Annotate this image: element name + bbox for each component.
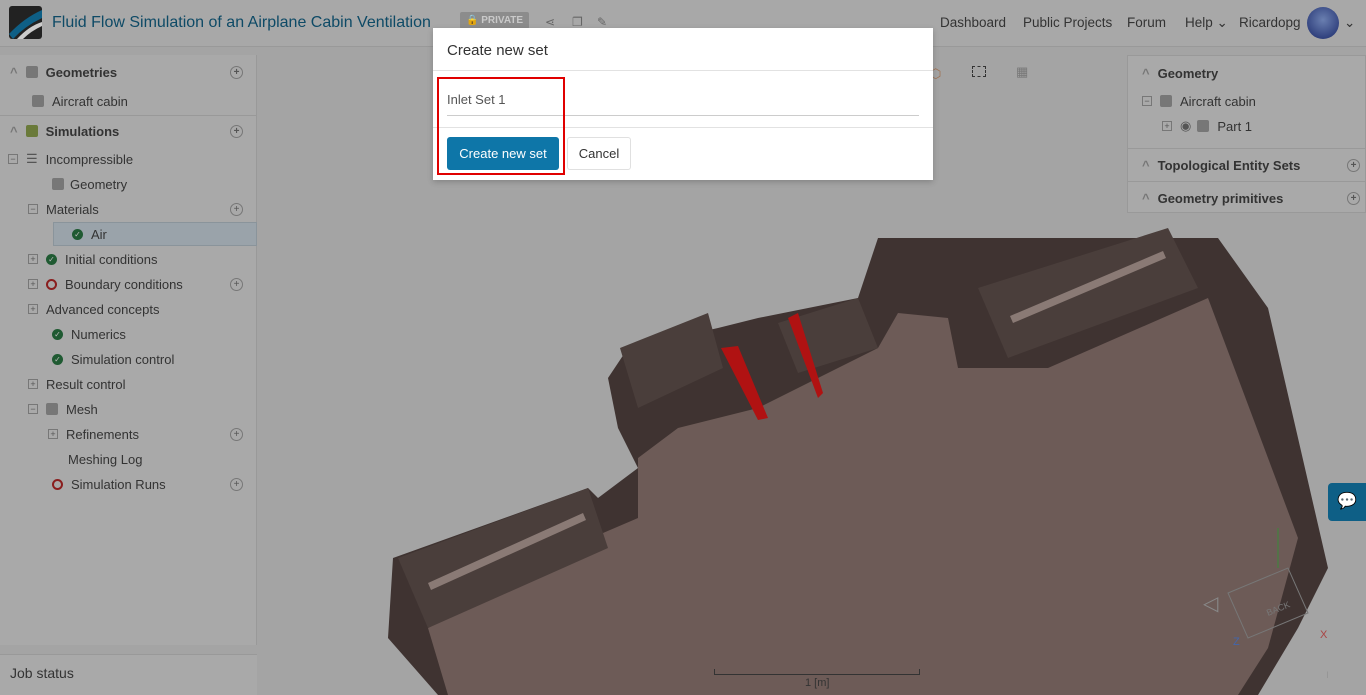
mesh-icon: [46, 403, 58, 415]
tree-result-control[interactable]: + Result control: [28, 372, 125, 396]
tree-incompressible[interactable]: − ☰ Incompressible: [8, 147, 133, 171]
tree-materials[interactable]: − Materials +: [28, 197, 255, 221]
add-set-button[interactable]: +: [1347, 158, 1360, 172]
tree-aircraft-cabin[interactable]: Aircraft cabin: [32, 89, 128, 113]
tree-simulations[interactable]: ^ Simulations +: [10, 119, 255, 143]
eye-icon[interactable]: ◉: [1180, 118, 1191, 134]
tree-advanced-concepts[interactable]: + Advanced concepts: [28, 297, 159, 321]
panel-part-1[interactable]: + ◉ Part 1: [1162, 114, 1252, 138]
cancel-button[interactable]: Cancel: [567, 137, 631, 170]
part-icon: [1160, 95, 1172, 107]
box-select-icon[interactable]: [972, 66, 986, 77]
svg-text:X: X: [1320, 629, 1328, 641]
scale-label: 1 [m]: [805, 677, 830, 689]
tree-initial-conditions[interactable]: + ✓ Initial conditions: [28, 247, 158, 271]
add-simulation-button[interactable]: +: [230, 124, 243, 138]
tree-mesh[interactable]: − Mesh: [28, 397, 98, 421]
panel-geometry-primitives[interactable]: ^ Geometry primitives +: [1142, 186, 1364, 210]
share-icon[interactable]: ⋖: [545, 15, 555, 29]
create-new-set-button[interactable]: Create new set: [447, 137, 559, 170]
tree-geometries[interactable]: ^ Geometries +: [10, 60, 255, 84]
tree-numerics[interactable]: ✓ Numerics: [52, 322, 126, 346]
simulations-icon: [25, 125, 38, 137]
part-icon: [32, 95, 44, 107]
cabin-floor: [428, 298, 1298, 695]
private-badge: 🔒 PRIVATE: [460, 12, 530, 29]
avatar[interactable]: [1307, 7, 1339, 39]
add-geometry-button[interactable]: +: [230, 65, 243, 79]
scale-bar: [714, 669, 920, 675]
svg-text:Z: Z: [1233, 636, 1240, 648]
panel-aircraft-cabin[interactable]: − Aircraft cabin: [1142, 89, 1256, 113]
add-refinement-button[interactable]: +: [230, 427, 243, 441]
mesh-select-icon[interactable]: ▦: [1016, 64, 1028, 80]
add-boundary-condition-button[interactable]: +: [230, 277, 243, 291]
add-run-button[interactable]: +: [230, 477, 243, 491]
geometries-icon: [25, 66, 38, 78]
nav-forum[interactable]: Forum: [1127, 15, 1166, 30]
geometry-panel: ^ Geometry − Aircraft cabin + ◉ Part 1 ^ Topo…: [1127, 55, 1366, 213]
chevron-down-icon[interactable]: ⌄: [1344, 15, 1355, 31]
tree-meshing-log[interactable]: Meshing Log: [68, 447, 142, 471]
panel-geometry[interactable]: ^ Geometry: [1142, 61, 1218, 85]
panel-topological-sets[interactable]: ^ Topological Entity Sets +: [1142, 153, 1364, 177]
set-name-input[interactable]: [447, 83, 919, 116]
create-set-dialog: Create new set Create new set Cancel: [433, 28, 933, 180]
add-primitive-button[interactable]: +: [1347, 191, 1360, 205]
home-icon: ⌂: [1326, 661, 1328, 683]
nav-public-projects[interactable]: Public Projects: [1023, 15, 1112, 30]
tree-simulation-control[interactable]: ✓ Simulation control: [52, 347, 174, 371]
nav-dashboard[interactable]: Dashboard: [940, 15, 1006, 30]
tree-boundary-conditions[interactable]: + Boundary conditions +: [28, 272, 255, 296]
edit-icon[interactable]: ✎: [597, 15, 607, 29]
geometry-icon: [52, 178, 64, 190]
user-name[interactable]: Ricardopg: [1239, 15, 1301, 30]
project-title: Fluid Flow Simulation of an Airplane Cab…: [52, 14, 431, 31]
tree-refinements[interactable]: + Refinements +: [48, 422, 255, 446]
tree-geometry[interactable]: Geometry: [52, 172, 127, 196]
solid-icon: [1197, 120, 1210, 132]
app-logo[interactable]: [9, 6, 42, 39]
simulation-tree: ^ Geometries + Aircraft cabin ^ Simulations…: [0, 55, 257, 645]
tree-simulation-runs[interactable]: Simulation Runs +: [52, 472, 255, 496]
add-material-button[interactable]: +: [230, 202, 243, 216]
dialog-title: Create new set: [433, 28, 933, 71]
tree-air[interactable]: ✓ Air: [53, 222, 257, 246]
job-status-panel[interactable]: Job status: [0, 654, 257, 695]
chat-button[interactable]: 💬: [1328, 483, 1366, 521]
copy-icon[interactable]: ❐: [572, 15, 583, 29]
nav-help[interactable]: Help ⌄: [1185, 15, 1228, 31]
rotate-left-icon: ◁: [1203, 593, 1219, 615]
